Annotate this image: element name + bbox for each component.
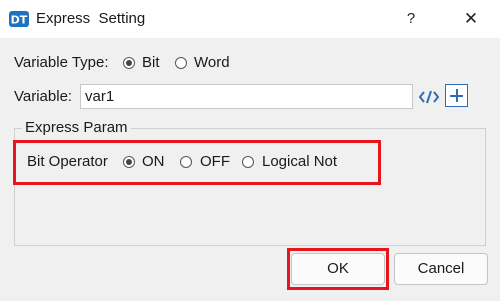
variable-type-word-label[interactable]: Word bbox=[194, 54, 230, 71]
variable-type-bit-label[interactable]: Bit bbox=[142, 54, 160, 71]
bit-operator-highlight bbox=[13, 140, 381, 185]
help-button[interactable]: ? bbox=[396, 6, 426, 32]
svg-text:DT: DT bbox=[11, 14, 28, 27]
code-icon[interactable] bbox=[418, 88, 440, 106]
ok-button-highlight bbox=[287, 248, 389, 290]
window-title: Express Setting bbox=[36, 10, 146, 27]
variable-type-word-radio[interactable] bbox=[175, 57, 187, 69]
cancel-button[interactable]: Cancel bbox=[394, 253, 488, 285]
express-param-title: Express Param bbox=[22, 119, 131, 136]
add-variable-button[interactable] bbox=[445, 84, 468, 107]
close-button[interactable]: ✕ bbox=[456, 6, 486, 32]
app-logo-icon: DT bbox=[9, 11, 29, 27]
variable-type-bit-radio[interactable] bbox=[123, 57, 135, 69]
title-bar: DT Express Setting ? ✕ bbox=[0, 0, 500, 38]
variable-input[interactable]: var1 bbox=[80, 84, 413, 109]
variable-type-label: Variable Type: bbox=[14, 54, 109, 71]
variable-label: Variable: bbox=[14, 88, 73, 105]
